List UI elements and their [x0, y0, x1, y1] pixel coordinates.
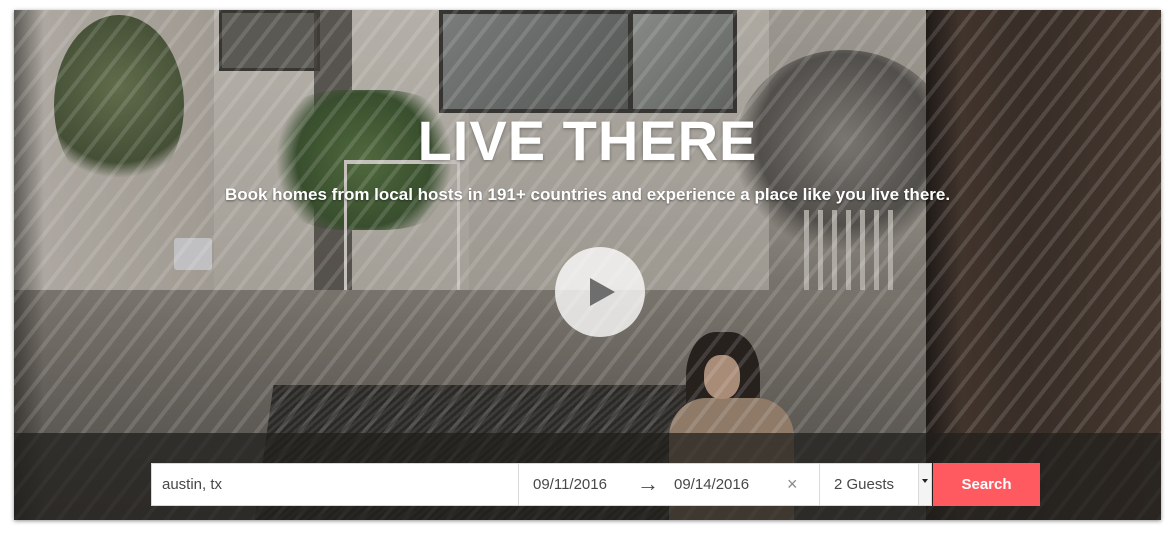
date-range: 09/11/2016 → 09/14/2016 × [518, 463, 819, 506]
guests-value: 2 Guests [834, 476, 895, 493]
search-form: 09/11/2016 → 09/14/2016 × 2 Guests Searc… [151, 463, 1040, 506]
hero-section: LIVE THERE Book homes from local hosts i… [14, 10, 1161, 520]
search-bar: 09/11/2016 → 09/14/2016 × 2 Guests Searc… [14, 433, 1161, 520]
guests-select[interactable]: 2 Guests [819, 463, 932, 506]
hero-subtitle: Book homes from local hosts in 191+ coun… [224, 185, 951, 204]
play-icon [590, 278, 615, 306]
clear-dates-icon[interactable]: × [787, 474, 798, 495]
guests-dropdown-toggle[interactable] [918, 464, 931, 505]
arrow-right-icon: → [637, 471, 659, 496]
chevron-down-icon [922, 479, 928, 483]
hero-title: LIVE THERE [417, 109, 758, 172]
search-button[interactable]: Search [933, 463, 1040, 506]
checkin-date[interactable]: 09/11/2016 [533, 476, 607, 493]
location-input[interactable] [151, 463, 518, 506]
play-video-button[interactable] [555, 247, 645, 337]
checkout-date[interactable]: 09/14/2016 [674, 476, 749, 493]
